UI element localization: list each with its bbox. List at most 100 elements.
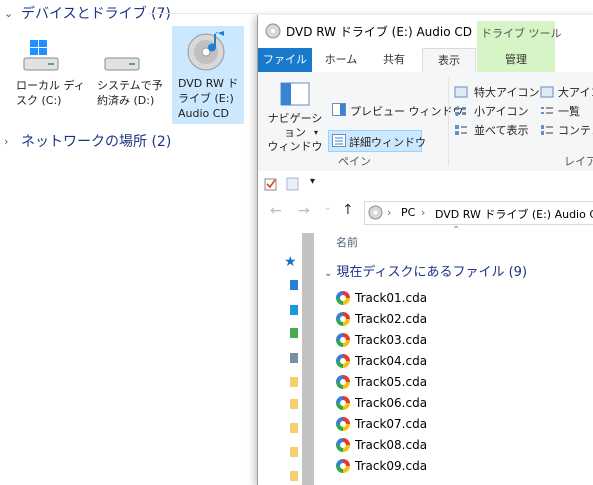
ribbon-tabs: ファイル ホーム 共有 表示 管理 (258, 48, 593, 74)
file-name: Track09.cda (355, 459, 428, 473)
list-option[interactable]: 一覧 (540, 103, 593, 119)
file-name: Track08.cda (355, 438, 428, 452)
file-row[interactable]: Track01.cda (336, 288, 427, 308)
small-icons-label: 小アイコン (474, 105, 529, 118)
column-name-label: 名前 (336, 236, 358, 249)
file-row[interactable]: Track07.cda (336, 414, 427, 434)
drive-d-item[interactable]: システムで予 約済み (D:) (97, 30, 177, 122)
dropdown-arrow-icon: ▾ (314, 128, 319, 137)
file-name: Track06.cda (355, 396, 428, 410)
address-path[interactable]: › PC › DVD RW ドライブ (E:) Audio CD (364, 201, 593, 225)
network-group-header[interactable]: › ネットワークの場所 (2) (4, 131, 171, 151)
file-row[interactable]: Track06.cda (336, 393, 427, 413)
file-row[interactable]: Track03.cda (336, 330, 427, 350)
details-pane-button[interactable]: 詳細ウィンドウ (328, 130, 426, 152)
cd-drive-icon (265, 23, 281, 39)
cd-drive-icon (368, 205, 383, 220)
tab-manage[interactable]: 管理 (477, 48, 555, 72)
tab-file[interactable]: ファイル (258, 48, 312, 72)
small-icons-option[interactable]: 小アイコン (454, 103, 544, 119)
devices-group-header[interactable]: ⌄ デバイスとドライブ (7) (4, 3, 171, 23)
extra-large-icons-icon (454, 86, 468, 98)
extra-large-icons-option[interactable]: 特大アイコン (454, 84, 544, 100)
file-row[interactable]: Track02.cda (336, 309, 427, 329)
file-name: Track04.cda (355, 354, 428, 368)
file-row[interactable]: Track04.cda (336, 351, 427, 371)
breadcrumb-separator-icon: › (421, 206, 426, 219)
ribbon-view: ナビゲーション ウィンドウ ▾ プレビュー ウィンドウ 詳細ウィンドウ ペイン … (258, 72, 593, 172)
tiles-label: 並べて表示 (474, 124, 529, 137)
chevron-down-icon: ⌄ (4, 6, 14, 20)
drive-c-label: ローカル ディ スク (C:) (16, 79, 85, 107)
back-arrow-icon[interactable]: ← (270, 203, 282, 219)
cd-audio-track-icon (336, 291, 350, 305)
properties-icon[interactable] (264, 177, 278, 191)
large-icons-option[interactable]: 大アイコ (540, 84, 593, 100)
customize-toolbar-icon[interactable]: ▾ (310, 176, 315, 187)
up-arrow-icon[interactable]: ↑ (342, 202, 354, 218)
drive-e-item[interactable]: DVD RW ド ライブ (E:) Audio CD (172, 26, 244, 124)
cd-audio-track-icon (336, 354, 350, 368)
breadcrumb-drive[interactable]: DVD RW ドライブ (E:) Audio CD (435, 206, 593, 222)
layout-group-label: レイア (564, 155, 593, 168)
breadcrumb-pc[interactable]: PC (401, 206, 415, 219)
navigation-scrollbar[interactable] (302, 233, 314, 485)
preview-pane-icon (332, 103, 346, 116)
window-title: DVD RW ドライブ (E:) Audio CD (286, 25, 472, 39)
preview-pane-label: プレビュー ウィンドウ (350, 105, 464, 118)
network-group-label: ネットワークの場所 (2) (21, 134, 172, 150)
tiles-icon (455, 125, 467, 135)
explorer-window: DVD RW ドライブ (E:) Audio CD ドライブ ツール ファイル … (257, 15, 593, 485)
file-name: Track07.cda (355, 417, 428, 431)
breadcrumb-separator-icon: › (387, 206, 392, 219)
navigation-pane-icon[interactable] (280, 82, 310, 106)
sort-ascending-icon: ⌃ (452, 225, 461, 236)
cd-audio-track-icon (336, 375, 350, 389)
new-folder-icon[interactable] (286, 177, 300, 191)
pane-group-label: ペイン (338, 155, 371, 168)
file-group-header[interactable]: ⌄ 現在ディスクにあるファイル (9) (324, 261, 527, 280)
cd-audio-track-icon (336, 312, 350, 326)
tab-home[interactable]: ホーム (316, 48, 366, 72)
cd-audio-track-icon (336, 396, 350, 410)
drive-c-item[interactable]: ローカル ディ スク (C:) (16, 30, 96, 122)
recent-dropdown-icon[interactable]: ⌄ (324, 203, 332, 213)
drive-d-label: システムで予 約済み (D:) (97, 79, 163, 107)
file-row[interactable]: Track05.cda (336, 372, 427, 392)
tab-view[interactable]: 表示 (422, 48, 476, 74)
folder-icon[interactable] (290, 447, 298, 457)
cd-audio-track-icon (336, 438, 350, 452)
drive-tools-context: ドライブ ツール (477, 21, 562, 48)
download-icon[interactable] (290, 280, 298, 290)
preview-pane-button[interactable]: プレビュー ウィンドウ (330, 100, 464, 120)
file-row[interactable]: Track09.cda (336, 456, 427, 476)
forward-arrow-icon[interactable]: → (298, 203, 310, 219)
desktop-icon[interactable] (290, 305, 298, 315)
file-row[interactable]: Track08.cda (336, 435, 427, 455)
drive-e-label: DVD RW ド ライブ (E:) Audio CD (178, 77, 239, 120)
list-label: 一覧 (558, 105, 580, 118)
file-group-label: 現在ディスクにあるファイル (9) (336, 265, 528, 280)
tab-share[interactable]: 共有 (368, 48, 420, 72)
documents-icon[interactable] (290, 353, 298, 363)
folder-icon[interactable] (290, 377, 298, 387)
tiles-option[interactable]: 並べて表示 (454, 122, 544, 138)
pictures-icon[interactable] (290, 328, 298, 338)
extra-large-icons-label: 特大アイコン (474, 86, 540, 99)
content-option[interactable]: コンテン (540, 122, 593, 138)
column-header-name[interactable]: 名前 ⌃ (324, 225, 593, 251)
details-pane-icon (332, 134, 346, 147)
cd-music-icon (187, 31, 225, 71)
quick-access-star-icon[interactable]: ★ (284, 254, 297, 270)
chevron-right-icon: › (4, 134, 9, 148)
folder-icon[interactable] (290, 399, 298, 409)
large-icons-icon (540, 86, 554, 98)
file-name: Track01.cda (355, 291, 428, 305)
ribbon-separator (448, 78, 449, 166)
folder-icon[interactable] (290, 471, 298, 481)
large-icons-label: 大アイコ (558, 86, 593, 99)
folder-icon[interactable] (290, 423, 298, 433)
chevron-down-icon: ⌄ (324, 268, 333, 279)
windows-drive-icon (23, 40, 59, 71)
cd-audio-track-icon (336, 417, 350, 431)
